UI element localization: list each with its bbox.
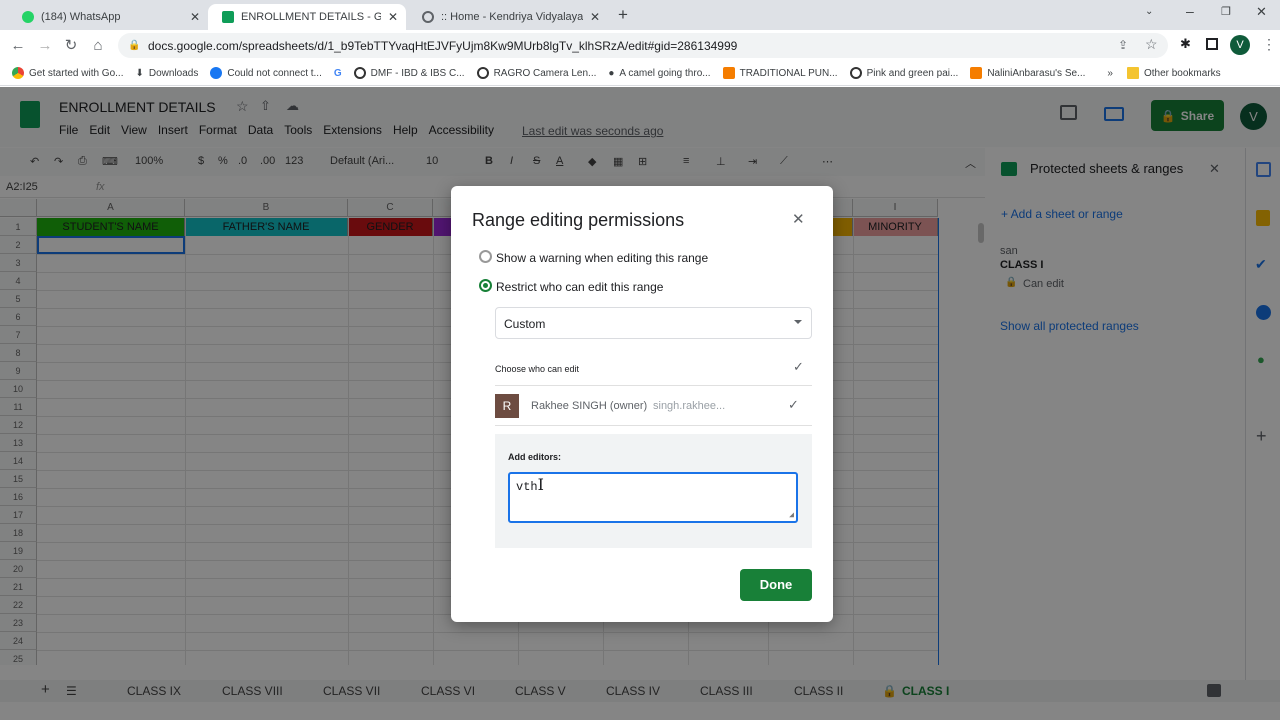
tab-search-icon[interactable]: ⌄	[1145, 6, 1153, 17]
owner-row: R Rakhee SINGH (owner) singh.rakhee... ✓	[495, 388, 812, 426]
lock-icon: 🔒	[128, 40, 141, 51]
close-icon[interactable]: ✕	[388, 10, 398, 24]
check-icon[interactable]: ✓	[788, 397, 799, 413]
resize-handle-icon[interactable]: ◢	[789, 510, 794, 520]
chrome-icon	[12, 67, 24, 79]
bookmark-item[interactable]: G	[334, 68, 342, 79]
permission-select-value: Custom	[504, 317, 546, 331]
close-icon[interactable]: ✕	[590, 10, 600, 24]
tab-enrollment[interactable]: ENROLLMENT DETAILS - Google ✕	[208, 4, 406, 30]
blogger-icon	[970, 67, 983, 79]
add-editors-input[interactable]: vthI ◢	[508, 472, 798, 523]
star-icon[interactable]: ☆	[1145, 36, 1158, 53]
text-cursor-icon: I	[537, 475, 544, 494]
browser-menu-icon[interactable]: ⋮	[1262, 36, 1276, 53]
window-close-icon[interactable]: ✕	[1256, 4, 1267, 20]
done-button[interactable]: Done	[740, 569, 812, 601]
warning-option-label[interactable]: Show a warning when editing this range	[496, 251, 708, 265]
bookmark-item[interactable]: NaliniAnbarasu's Se...	[970, 67, 1085, 79]
google-icon: G	[333, 67, 342, 79]
drop-icon: ●	[608, 67, 615, 79]
share-page-icon[interactable]: ⇪	[1118, 38, 1128, 52]
owner-email: singh.rakhee...	[653, 400, 726, 412]
url-input[interactable]: 🔒 docs.google.com/spreadsheets/d/1_b9Teb…	[118, 33, 1168, 58]
facebook-icon	[210, 67, 223, 79]
bookmark-item[interactable]: TRADITIONAL PUN...	[722, 67, 838, 79]
bookmark-item[interactable]: Could not connect t...	[210, 67, 322, 79]
globe-icon	[849, 67, 862, 79]
whatsapp-icon	[22, 11, 34, 23]
reload-icon[interactable]: ↻	[61, 36, 81, 56]
tab-title: :: Home - Kendriya Vidyalaya Fee	[441, 11, 583, 23]
tab-title: (184) WhatsApp	[41, 11, 121, 23]
check-icon[interactable]: ✓	[793, 359, 804, 375]
sheets-icon	[222, 11, 234, 23]
more-bookmarks[interactable]: »	[1107, 68, 1113, 79]
url-text: docs.google.com/spreadsheets/d/1_b9TebTT…	[148, 38, 738, 53]
tab-kendriya[interactable]: :: Home - Kendriya Vidyalaya Fee ✕	[408, 4, 608, 30]
tab-title: ENROLLMENT DETAILS - Google	[241, 11, 381, 23]
close-icon[interactable]: ✕	[792, 210, 805, 228]
profile-avatar[interactable]: V	[1230, 35, 1250, 55]
tab-whatsapp[interactable]: (184) WhatsApp ✕	[8, 4, 208, 30]
owner-avatar: R	[495, 394, 519, 418]
close-icon[interactable]: ✕	[190, 10, 200, 24]
home-icon[interactable]: ⌂	[88, 36, 108, 56]
owner-name: Rakhee SINGH (owner)	[531, 400, 648, 412]
restrict-radio[interactable]	[479, 279, 492, 292]
bookmark-item[interactable]: Get started with Go...	[12, 67, 123, 79]
extensions-icon[interactable]: ✱	[1180, 36, 1191, 52]
other-bookmarks[interactable]: Other bookmarks	[1126, 67, 1221, 79]
bookmark-item[interactable]: RAGRO Camera Len...	[476, 67, 596, 79]
forward-icon[interactable]: →	[35, 36, 55, 56]
chevron-down-icon	[794, 320, 802, 324]
bookmark-item[interactable]: ⬇ Downloads	[135, 68, 198, 79]
address-bar-row: ← → ↻ ⌂ 🔒 docs.google.com/spreadsheets/d…	[0, 30, 1280, 61]
bookmark-item[interactable]: Pink and green pai...	[849, 67, 958, 79]
choose-label: Choose who can edit	[495, 364, 580, 374]
maximize-icon[interactable]: ❐	[1221, 5, 1231, 18]
bookmark-item[interactable]: DMF - IBD & IBS C...	[353, 67, 465, 79]
bookmark-item[interactable]: ● A camel going thro...	[608, 68, 710, 79]
back-icon[interactable]: ←	[8, 36, 28, 56]
range-permissions-dialog: Range editing permissions ✕ Show a warni…	[451, 186, 833, 622]
download-icon: ⬇	[135, 67, 144, 79]
permission-select[interactable]: Custom	[495, 307, 812, 339]
globe-icon	[353, 67, 366, 79]
browser-tab-bar: (184) WhatsApp ✕ ENROLLMENT DETAILS - Go…	[0, 0, 1280, 30]
add-editors-section: Add editors: vthI ◢	[495, 434, 812, 548]
warning-radio[interactable]	[479, 250, 492, 263]
add-editors-text: vth	[516, 480, 538, 494]
sidepanel-icon[interactable]	[1206, 38, 1218, 50]
blogger-icon	[722, 67, 735, 79]
restrict-option-label[interactable]: Restrict who can edit this range	[496, 280, 663, 294]
globe-icon	[422, 11, 434, 23]
folder-icon	[1126, 67, 1139, 79]
dialog-title: Range editing permissions	[472, 210, 685, 230]
add-editors-label: Add editors:	[508, 452, 561, 462]
globe-icon	[476, 67, 489, 79]
minimize-icon[interactable]: –	[1186, 3, 1194, 19]
choose-editors-header: Choose who can edit ✓	[495, 356, 812, 386]
new-tab-icon[interactable]: +	[618, 5, 628, 25]
bookmarks-bar: Get started with Go... ⬇ Downloads Could …	[0, 61, 1280, 86]
